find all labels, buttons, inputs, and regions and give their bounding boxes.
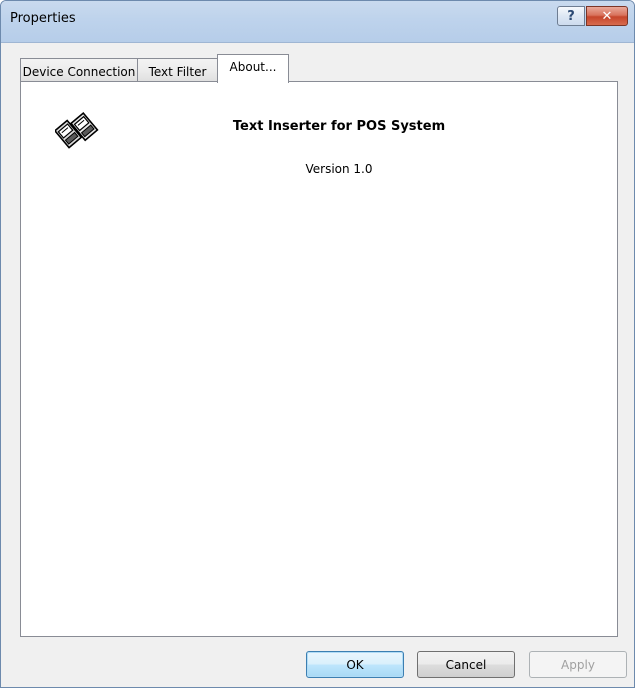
close-button[interactable]: ✕ [586,6,628,26]
help-icon: ? [567,8,575,24]
about-panel: Text Inserter for POS System Version 1.0 [20,81,618,637]
tab-label: About... [229,60,277,74]
cancel-button[interactable]: Cancel [417,651,515,678]
version-label: Version 1.0 [305,162,373,176]
title-bar[interactable]: Properties ? ✕ [1,1,634,43]
ok-button[interactable]: OK [306,651,404,678]
window-title: Properties [10,11,76,26]
apply-button[interactable]: Apply [529,651,627,678]
product-name: Text Inserter for POS System [232,119,446,134]
help-button[interactable]: ? [557,6,585,26]
close-icon: ✕ [601,8,613,24]
properties-dialog: Properties ? ✕ Device Connection Text Fi… [0,0,635,688]
tab-about[interactable]: About... [217,54,289,83]
title-buttons: ? ✕ [557,6,628,26]
tab-label: Device Connection [22,65,136,79]
tab-label: Text Filter [148,65,207,79]
